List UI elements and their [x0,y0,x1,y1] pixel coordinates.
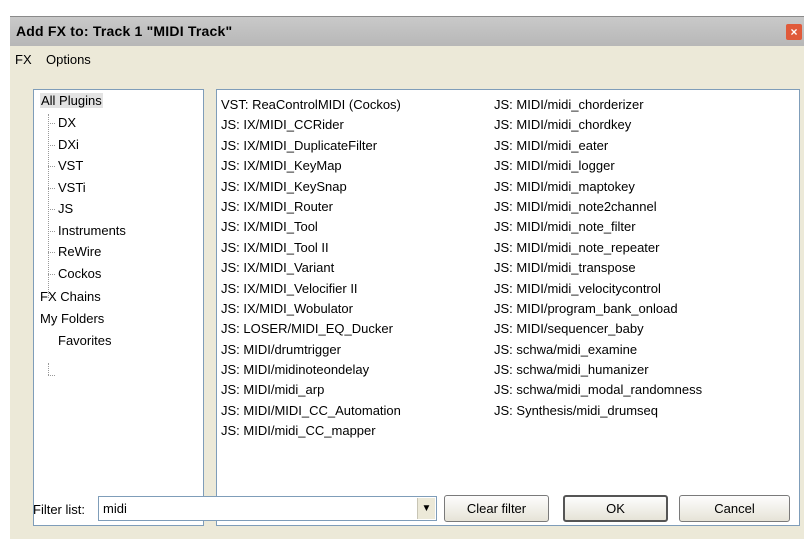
tree-connector [48,209,55,210]
plugin-item[interactable]: JS: MIDI/midinoteondelay [221,360,401,380]
plugin-item[interactable]: JS: schwa/midi_humanizer [494,360,702,380]
plugin-item[interactable]: JS: MIDI/midi_logger [494,156,702,176]
title-bar[interactable]: Add FX to: Track 1 "MIDI Track" × [10,16,804,46]
plugin-item[interactable]: JS: IX/MIDI_Tool [221,217,401,237]
cancel-button[interactable]: Cancel [679,495,790,522]
filter-list-label: Filter list: [33,502,85,517]
plugin-item[interactable]: JS: MIDI/midi_CC_mapper [221,421,401,441]
plugin-item[interactable]: JS: IX/MIDI_KeyMap [221,156,401,176]
menu-options[interactable]: Options [46,52,91,67]
clear-filter-button[interactable]: Clear filter [444,495,549,522]
plugin-column-1: VST: ReaControlMIDI (Cockos) JS: IX/MIDI… [221,95,401,442]
tree-connector [48,252,55,253]
tree-connector [48,123,55,124]
tree-item-js[interactable]: JS [58,201,73,216]
plugin-item[interactable]: JS: MIDI/midi_note_repeater [494,238,702,258]
tree-item-dxi[interactable]: DXi [58,137,79,152]
plugin-item[interactable]: JS: MIDI/midi_chorderizer [494,95,702,115]
tree-connector [48,363,49,375]
tree-item-cockos[interactable]: Cockos [58,266,101,281]
plugin-item[interactable]: JS: MIDI/midi_note_filter [494,217,702,237]
plugin-list: VST: ReaControlMIDI (Cockos) JS: IX/MIDI… [216,89,800,526]
plugin-item[interactable]: JS: MIDI/midi_maptokey [494,177,702,197]
tree-item-dx[interactable]: DX [58,115,76,130]
plugin-item[interactable]: JS: IX/MIDI_Router [221,197,401,217]
plugin-item[interactable]: JS: IX/MIDI_Tool II [221,238,401,258]
tree-item-favorites[interactable]: Favorites [58,333,111,348]
dialog-client-area: FX Options All Plugins DX DXi VST VSTi J… [10,46,804,539]
tree-connector [48,114,49,298]
plugin-item[interactable]: JS: MIDI/MIDI_CC_Automation [221,401,401,421]
plugin-item[interactable]: JS: IX/MIDI_Wobulator [221,299,401,319]
plugin-item[interactable]: JS: Synthesis/midi_drumseq [494,401,702,421]
add-fx-dialog: Add FX to: Track 1 "MIDI Track" × FX Opt… [0,0,804,539]
tree-connector [48,188,55,189]
tree-item-instruments[interactable]: Instruments [58,223,126,238]
tree-item-my-folders[interactable]: My Folders [40,311,104,326]
tree-item-label: All Plugins [40,93,103,108]
plugin-item[interactable]: JS: IX/MIDI_KeySnap [221,177,401,197]
plugin-item[interactable]: JS: IX/MIDI_Variant [221,258,401,278]
plugin-item[interactable]: JS: schwa/midi_modal_randomness [494,380,702,400]
plugin-column-2: JS: MIDI/midi_chorderizer JS: MIDI/midi_… [494,95,702,421]
plugin-item[interactable]: JS: LOSER/MIDI_EQ_Ducker [221,319,401,339]
tree-item-fx-chains[interactable]: FX Chains [40,289,101,304]
tree-connector [48,375,55,376]
plugin-item[interactable]: JS: MIDI/midi_chordkey [494,115,702,135]
tree-item-rewire[interactable]: ReWire [58,244,101,259]
plugin-item[interactable]: JS: MIDI/midi_arp [221,380,401,400]
tree-item-vsti[interactable]: VSTi [58,180,86,195]
plugin-item[interactable]: JS: IX/MIDI_CCRider [221,115,401,135]
window-title: Add FX to: Track 1 "MIDI Track" [16,23,233,39]
filter-input[interactable] [103,500,403,517]
plugin-item[interactable]: JS: MIDI/program_bank_onload [494,299,702,319]
close-icon[interactable]: × [786,24,802,40]
tree-connector [48,274,55,275]
plugin-category-tree: All Plugins DX DXi VST VSTi JS Instrumen… [33,89,204,526]
tree-connector [48,231,55,232]
menu-bar: FX Options [10,46,804,72]
tree-connector [48,145,55,146]
plugin-item[interactable]: JS: MIDI/midi_transpose [494,258,702,278]
tree-connector [48,166,55,167]
ok-button[interactable]: OK [563,495,668,522]
menu-fx[interactable]: FX [15,52,32,67]
filter-combobox[interactable]: ▼ [98,496,437,521]
chevron-down-icon[interactable]: ▼ [417,498,435,519]
plugin-item[interactable]: JS: schwa/midi_examine [494,340,702,360]
plugin-item[interactable]: JS: MIDI/midi_velocitycontrol [494,279,702,299]
plugin-item[interactable]: JS: IX/MIDI_DuplicateFilter [221,136,401,156]
plugin-item[interactable]: JS: MIDI/drumtrigger [221,340,401,360]
tree-item-all-plugins[interactable]: All Plugins [40,93,103,108]
plugin-item[interactable]: JS: IX/MIDI_Velocifier II [221,279,401,299]
plugin-item[interactable]: JS: MIDI/midi_note2channel [494,197,702,217]
plugin-item[interactable]: JS: MIDI/sequencer_baby [494,319,702,339]
plugin-item[interactable]: JS: MIDI/midi_eater [494,136,702,156]
tree-item-vst[interactable]: VST [58,158,83,173]
plugin-item[interactable]: VST: ReaControlMIDI (Cockos) [221,95,401,115]
